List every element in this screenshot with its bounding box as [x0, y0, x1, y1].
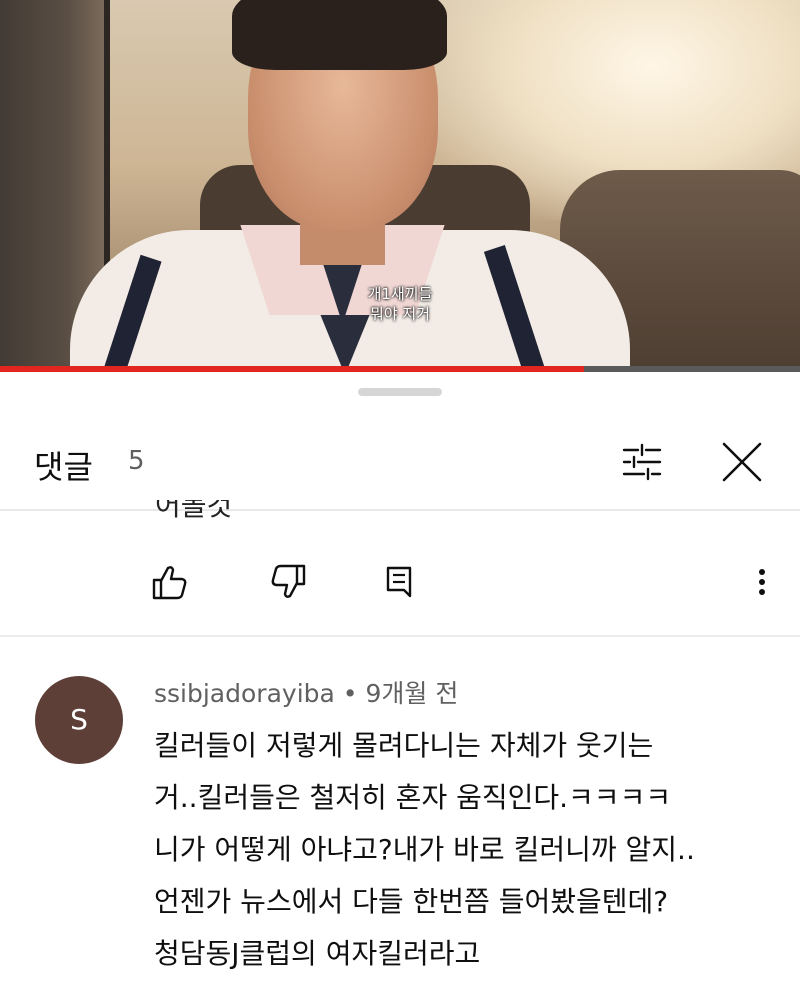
comment-body: 킬러들이 저렇게 몰려다니는 자체가 웃기는 거..킬러들은 철저히 혼자 움직…: [154, 720, 784, 980]
comment-meta: ssibjadorayiba • 9개월 전: [154, 674, 458, 710]
comment-line-1: 킬러들이 저렇게 몰려다니는 자체가 웃기는: [154, 729, 654, 762]
thumbs-up-icon[interactable]: [150, 560, 190, 604]
comment-actions: [0, 560, 800, 608]
drag-handle[interactable]: [358, 388, 442, 396]
comments-header: 댓글 5: [0, 420, 800, 510]
video-player[interactable]: 개1새끼들 뭐야 저거: [0, 0, 800, 372]
close-icon[interactable]: [718, 438, 766, 486]
comment-time: 9개월 전: [365, 679, 459, 708]
comments-count: 5: [128, 446, 145, 476]
reply-icon[interactable]: [380, 560, 420, 604]
comments-title: 댓글: [34, 448, 93, 486]
avatar[interactable]: S: [35, 676, 123, 764]
comments-sheet: 댓글 5 어볼것 S ssibjadorayiba • 9개월 전 킬러들이 저…: [0, 372, 800, 993]
comment-line-3: 니가 어떻게 아냐고?내가 바로 킬러니까 알지..: [154, 833, 695, 866]
comment-line-5: 청담동J클럽의 여자킬러라고: [154, 937, 481, 970]
thumbs-down-icon[interactable]: [268, 560, 308, 604]
previous-comment-cut-text: 어볼것: [155, 500, 275, 522]
subtitle-line-2: 뭐야 저거: [370, 305, 430, 323]
comment-line-4: 언젠가 뉴스에서 다들 한번쯤 들어봤을텐데?: [154, 885, 669, 918]
comment-author[interactable]: ssibjadorayiba: [154, 679, 335, 708]
comment-divider: [0, 635, 800, 637]
header-divider: [0, 509, 800, 511]
subtitle-line-1: 개1새끼들: [367, 285, 433, 303]
sort-filter-icon[interactable]: [620, 440, 664, 484]
person-hair: [232, 0, 447, 70]
previous-comment-text: 어볼것: [155, 500, 233, 522]
comment-line-2: 거..킬러들은 철저히 혼자 움직인다.ㅋㅋㅋㅋ: [154, 781, 672, 814]
meta-separator: •: [342, 679, 358, 708]
video-subtitle: 개1새끼들 뭐야 저거: [0, 284, 800, 324]
more-vert-icon[interactable]: [742, 560, 782, 604]
